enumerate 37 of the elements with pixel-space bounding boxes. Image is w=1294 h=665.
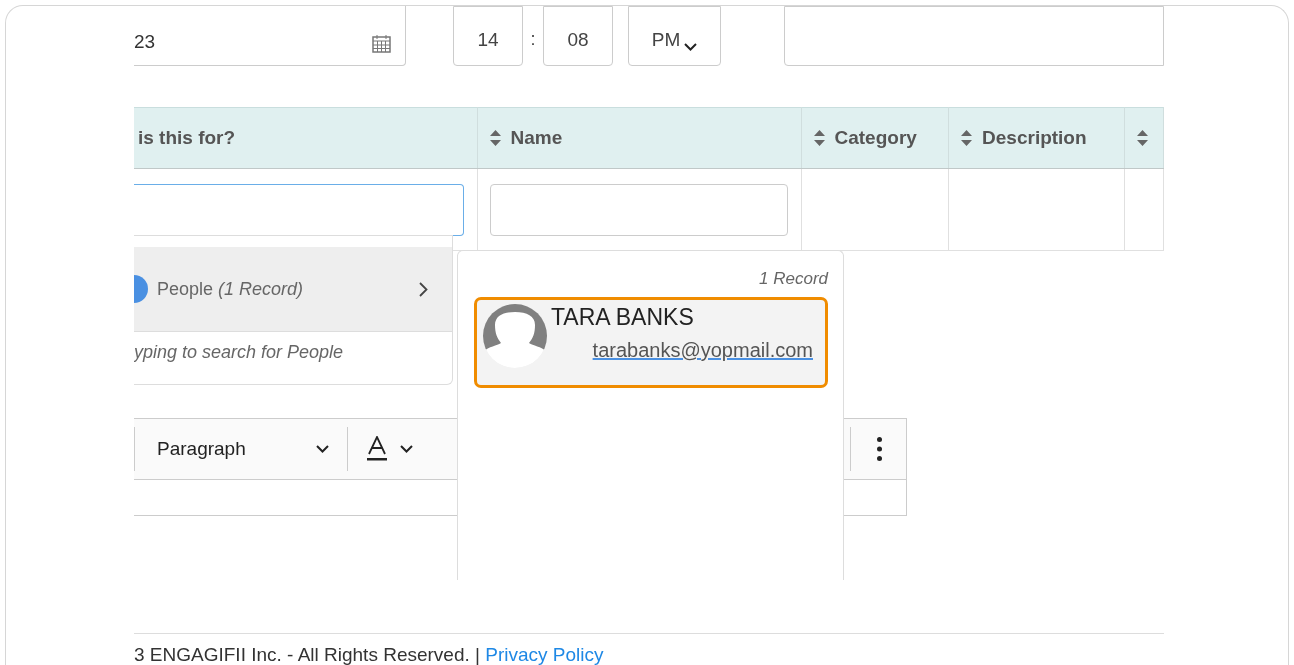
contact-email: tarabanks@yopmail.com [592,339,813,362]
sort-icon [813,130,825,146]
column-header[interactable]: Category [801,107,949,169]
date-field[interactable]: 23 [134,6,406,66]
more-icon [877,437,882,461]
sort-icon [1137,130,1149,146]
record-count: 1 Record [758,269,828,289]
column-label: Description [982,127,1087,149]
paragraph-dropdown[interactable]: Paragraph [134,427,348,471]
name-field[interactable] [489,183,788,236]
period-dropdown[interactable]: PM [628,6,721,66]
sort-icon [961,130,973,146]
column-header[interactable]: Description [948,107,1125,169]
recipient-field[interactable] [134,183,464,236]
chevron-down-icon [399,445,413,453]
contact-name: TARA BANKS [551,304,695,331]
privacy-policy-link[interactable]: Privacy Policy [485,644,604,665]
column-label: Name [510,127,563,149]
people-option[interactable]: People (1 Record) [134,247,452,332]
input-field[interactable] [784,6,1164,66]
column-label: Category [834,127,917,149]
column-header[interactable] [1124,107,1164,169]
copyright-text: 3 ENGAGIFII Inc. - All Rights Reserved. | [134,644,480,665]
group-icon [134,275,148,303]
avatar-icon [483,304,547,368]
text-color-icon [365,436,388,462]
column-header[interactable]: Name [477,107,801,169]
column-label: is this for? [138,127,236,149]
time-separator: : [529,29,537,51]
contact-result[interactable]: TARA BANKS tarabanks@yopmail.com [474,297,828,388]
minute-field[interactable]: 08 [543,6,613,66]
chevron-down-icon [315,445,329,453]
calendar-icon [372,34,391,53]
chevron-down-icon [684,43,698,51]
sort-icon [489,130,501,146]
hour-field[interactable]: 14 [453,6,523,66]
chevron-right-icon [419,281,428,297]
